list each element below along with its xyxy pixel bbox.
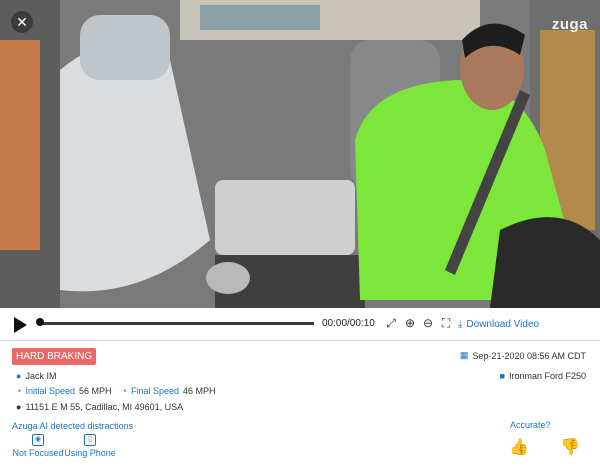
initial-speed-label: Initial Speed [25, 386, 75, 396]
car-icon: ■ [499, 371, 505, 381]
user-icon: ● [16, 371, 22, 381]
speedometer-icon-final: ◔ [121, 386, 127, 396]
progress-thumb[interactable] [36, 318, 44, 326]
speedometer-icon: ◔ [16, 386, 22, 396]
thumbs-up-icon[interactable]: 👍 [509, 437, 529, 457]
location-pin-icon: ● [16, 402, 22, 412]
eye-icon: ◉ [32, 434, 44, 446]
initial-speed-value: 56 MPH [78, 386, 112, 396]
video-scene [0, 0, 600, 308]
final-speed-label: Final Speed [130, 386, 179, 396]
zoom-out-icon[interactable]: ⊖ [421, 316, 435, 330]
datetime-text: Sep-21-2020 08:56 AM CDT [472, 350, 586, 361]
calendar-icon: ▦ [459, 350, 469, 360]
distraction-label: Not Focused [12, 448, 64, 458]
address-text: 11151 E M 55, Cadillac, MI 49601, USA [25, 402, 184, 412]
thumbs-down-icon[interactable]: 👎 [560, 437, 580, 457]
driver-row: ● Jack IM [16, 371, 56, 381]
distraction-not-focused[interactable]: ◉ Not Focused [12, 434, 64, 458]
accurate-label: Accurate? [510, 420, 551, 430]
driver-name: Jack IM [25, 371, 57, 381]
address-row: ● 11151 E M 55, Cadillac, MI 49601, USA [16, 402, 183, 412]
phone-icon: ▯ [84, 434, 96, 446]
close-icon[interactable]: ✕ [11, 11, 33, 33]
brand-logo: zuga [551, 16, 588, 33]
zoom-in-icon[interactable]: ⊕ [403, 316, 417, 330]
download-label: Download Video [466, 318, 540, 330]
time-display: 00:00/00:10 [322, 318, 375, 329]
fullscreen-icon[interactable]: ⤢ [384, 316, 398, 330]
download-video-link[interactable]: ⤓ Download Video [458, 316, 539, 332]
vehicle-name: Ironman Ford F250 [508, 371, 586, 381]
play-icon[interactable] [14, 317, 27, 333]
distractions-title: Azuga AI detected distractions [12, 421, 134, 431]
distraction-using-phone[interactable]: ▯ Using Phone [64, 434, 116, 458]
event-details: HARD BRAKING ▦ Sep-21-2020 08:56 AM CDT … [0, 341, 600, 468]
video-frame[interactable]: ✕ zuga [0, 0, 600, 308]
progress-track[interactable] [38, 322, 314, 325]
screenshot-icon[interactable]: ⛶ [439, 316, 453, 330]
event-datetime: ▦ Sep-21-2020 08:56 AM CDT [460, 350, 586, 361]
event-type-badge: HARD BRAKING [12, 348, 97, 365]
final-speed-value: 46 MPH [182, 386, 216, 396]
speed-row: ◔ Initial Speed 56 MPH ◔ Final Speed 46 … [16, 386, 216, 396]
distraction-label: Using Phone [64, 448, 116, 458]
vehicle-row: ■ Ironman Ford F250 [500, 371, 586, 381]
video-controls: 00:00/00:10 ⤢ ⊕ ⊖ ⛶ ⤓ Download Video [0, 308, 600, 341]
download-icon: ⤓ [458, 318, 463, 330]
